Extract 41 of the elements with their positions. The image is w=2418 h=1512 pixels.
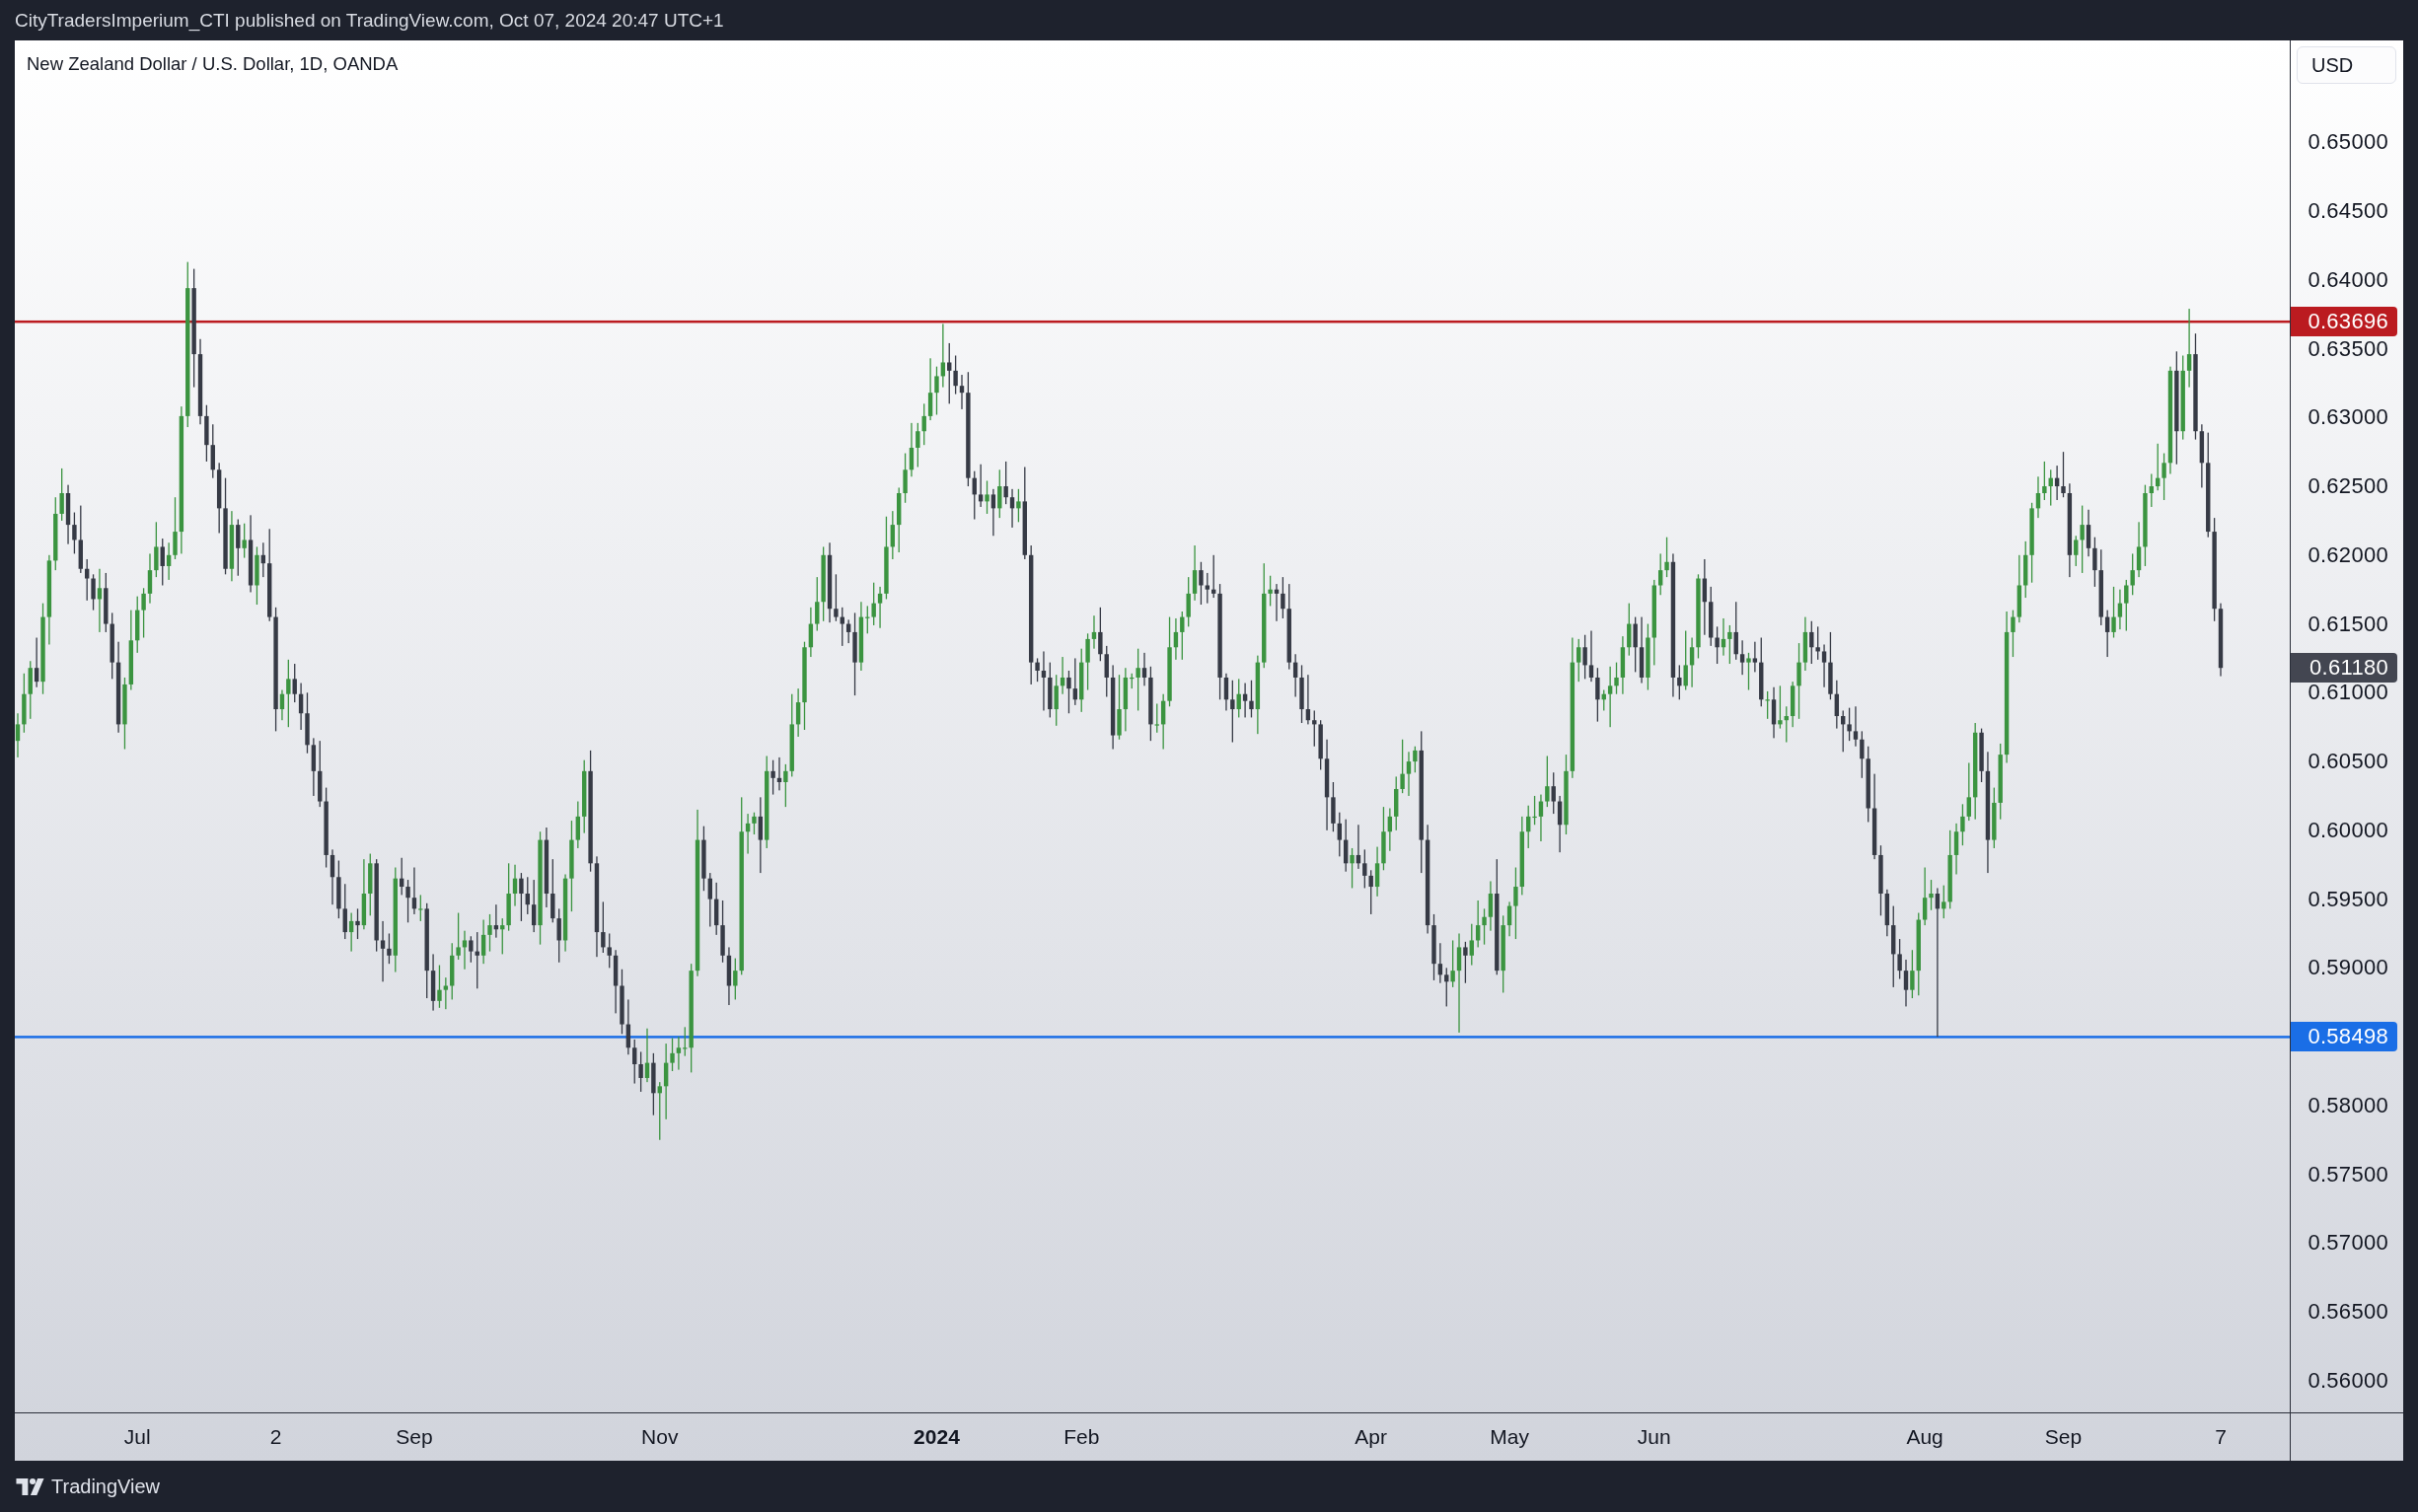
candlestick <box>940 324 946 388</box>
time-scale-label: Sep <box>2044 1424 2083 1450</box>
time-scale-label: Apr <box>1355 1424 1388 1450</box>
price-scale-label: 0.57000 <box>2308 1233 2388 1254</box>
time-scale-label: 2 <box>269 1424 282 1450</box>
price-scale-label: 0.62500 <box>2308 476 2388 497</box>
price-scale-label: 0.64500 <box>2308 201 2388 221</box>
price-scale-label: 0.56500 <box>2308 1302 2388 1323</box>
candlestick <box>1456 933 1462 1033</box>
price-scale-label: 0.63000 <box>2308 407 2388 428</box>
price-scale-label: 0.59500 <box>2308 889 2388 909</box>
last-price-label: 0.61180 <box>2291 653 2397 684</box>
price-scale-label: 0.59000 <box>2308 958 2388 978</box>
time-scale-label: 2024 <box>914 1424 960 1450</box>
price-scale-label: 0.60000 <box>2308 820 2388 840</box>
currency-button[interactable]: USD <box>2297 46 2396 84</box>
price-scale-label: 0.63500 <box>2308 338 2388 359</box>
price-scale-label: 0.65000 <box>2308 132 2388 153</box>
time-scale-label: Nov <box>641 1424 679 1450</box>
time-scale-label: Aug <box>1906 1424 1943 1450</box>
price-scale-label: 0.62000 <box>2308 544 2388 565</box>
price-scale-label: 0.64000 <box>2308 269 2388 290</box>
logo-text: TradingView <box>51 1475 161 1498</box>
publication-info: CityTradersImperium_CTI published on TradingView.com, Oct 07, 2024 20:47 UTC+1 <box>15 8 724 33</box>
time-scale-label: 7 <box>2215 1424 2227 1450</box>
price-scale-label: 0.58000 <box>2308 1095 2388 1116</box>
price-level-label: 0.63696 <box>2291 307 2397 337</box>
time-scale-label: May <box>1490 1424 1529 1450</box>
logo-icon <box>16 1477 44 1495</box>
symbol-legend: New Zealand Dollar / U.S. Dollar, 1D, OANDA <box>27 52 399 76</box>
time-scale-label: Feb <box>1063 1424 1100 1450</box>
price-scale-label: 0.57500 <box>2308 1164 2388 1185</box>
time-scale-label: Sep <box>396 1424 433 1450</box>
price-scale-label: 0.61500 <box>2308 613 2388 634</box>
price-level-label: 0.58498 <box>2291 1022 2397 1052</box>
price-scale-label: 0.56000 <box>2308 1370 2388 1391</box>
price-scale-label: 0.60500 <box>2308 752 2388 772</box>
candlestick <box>676 1037 682 1070</box>
price-scale-label: 0.61000 <box>2308 683 2388 703</box>
time-scale-label: Jun <box>1637 1424 1671 1450</box>
time-scale-label: Jul <box>123 1424 151 1450</box>
